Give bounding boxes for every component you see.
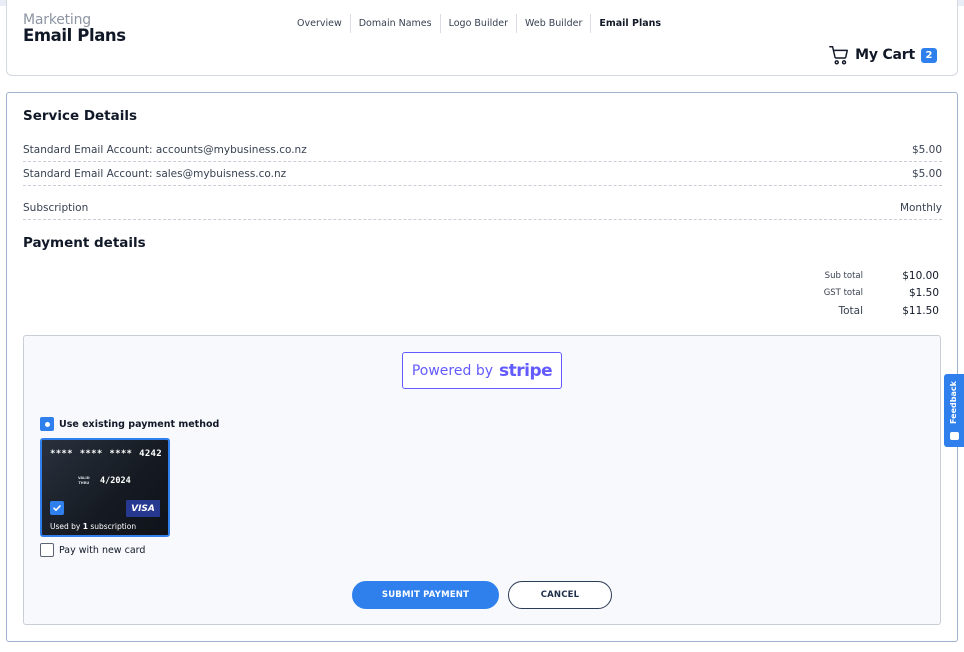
card-number-group: **** <box>50 449 73 459</box>
visa-logo: VISA <box>126 500 160 517</box>
total-row: Total $11.50 <box>779 302 939 320</box>
header: Marketing Email Plans Overview Domain Na… <box>6 0 958 76</box>
cart-label: My Cart <box>855 47 915 63</box>
card-number-group: **** <box>79 449 103 459</box>
subscription-row: Subscription Monthly <box>23 196 942 220</box>
card-selected-checkbox[interactable] <box>50 501 64 515</box>
subscription-label: Subscription <box>23 201 89 214</box>
valid-thru-line-2: THRU <box>78 480 90 485</box>
nav-overview[interactable]: Overview <box>289 14 351 33</box>
service-row: Standard Email Account: accounts@mybusin… <box>23 138 942 162</box>
use-existing-payment-option[interactable]: Use existing payment method <box>40 417 219 431</box>
checkout-card: Service Details Standard Email Account: … <box>6 92 958 642</box>
total-label: Total <box>838 304 863 317</box>
usage-prefix: Used by <box>50 522 83 531</box>
subtotal-value: $10.00 <box>902 269 939 282</box>
stripe-logo: stripe <box>499 360 553 381</box>
card-number-group: **** <box>109 449 133 459</box>
brand-line-2: Email Plans <box>23 26 126 45</box>
service-item-price: $5.00 <box>911 143 942 156</box>
payment-method-panel: Powered by stripe Use existing payment m… <box>23 335 941 625</box>
service-item-label: Standard Email Account: accounts@mybusin… <box>23 143 307 156</box>
service-row: Standard Email Account: sales@mybuisness… <box>23 162 942 186</box>
gst-row: GST total $1.50 <box>779 285 939 303</box>
subscription-value: Monthly <box>899 201 942 214</box>
feedback-icon <box>950 432 959 440</box>
valid-thru-line-1: VALID <box>78 476 90 480</box>
stripe-prefix: Powered by <box>411 362 493 379</box>
powered-by-stripe-badge[interactable]: Powered by stripe <box>402 352 562 389</box>
service-details-title: Service Details <box>23 108 138 124</box>
my-cart-button[interactable]: My Cart 2 <box>828 44 937 66</box>
radio-selected-icon[interactable] <box>40 417 54 431</box>
card-expiry: 4/2024 <box>100 476 131 486</box>
nav-email-plans[interactable]: Email Plans <box>591 14 669 33</box>
card-usage-text: Used by 1 subscription <box>50 522 136 531</box>
gst-value: $1.50 <box>908 287 939 300</box>
pay-with-new-card-option[interactable]: Pay with new card <box>40 543 145 557</box>
card-number: **** **** **** 4242 <box>50 449 162 459</box>
nav-logo-builder[interactable]: Logo Builder <box>441 14 518 33</box>
feedback-label: Feedback <box>949 381 958 424</box>
totals-summary: Sub total $10.00 GST total $1.50 Total $… <box>779 267 939 320</box>
total-value: $11.50 <box>902 304 939 317</box>
main-nav: Overview Domain Names Logo Builder Web B… <box>289 14 669 33</box>
usage-suffix: subscription <box>87 522 137 531</box>
saved-card[interactable]: **** **** **** 4242 VALID THRU 4/2024 VI… <box>40 438 170 537</box>
payment-details-title: Payment details <box>23 235 146 251</box>
pay-with-new-card-label: Pay with new card <box>59 544 146 556</box>
cart-count-badge: 2 <box>921 47 937 63</box>
feedback-tab[interactable]: Feedback <box>944 374 964 447</box>
card-number-last4: 4242 <box>139 449 162 459</box>
shopping-cart-icon <box>829 46 849 65</box>
service-item-price: $5.00 <box>911 167 942 180</box>
brand-line-1: Marketing <box>23 12 91 28</box>
new-card-checkbox[interactable] <box>40 543 54 557</box>
use-existing-label: Use existing payment method <box>59 418 220 430</box>
valid-thru-label: VALID THRU <box>78 476 90 485</box>
gst-label: GST total <box>823 288 863 299</box>
cancel-button[interactable]: CANCEL <box>508 581 612 609</box>
submit-payment-button[interactable]: SUBMIT PAYMENT <box>352 581 499 609</box>
nav-domain-names[interactable]: Domain Names <box>351 14 441 33</box>
brand-logo[interactable]: Marketing Email Plans <box>23 13 126 45</box>
nav-web-builder[interactable]: Web Builder <box>517 14 592 33</box>
subtotal-row: Sub total $10.00 <box>779 267 939 285</box>
subtotal-label: Sub total <box>824 270 863 281</box>
service-item-label: Standard Email Account: sales@mybuisness… <box>23 167 287 180</box>
checkmark-icon <box>53 505 61 511</box>
